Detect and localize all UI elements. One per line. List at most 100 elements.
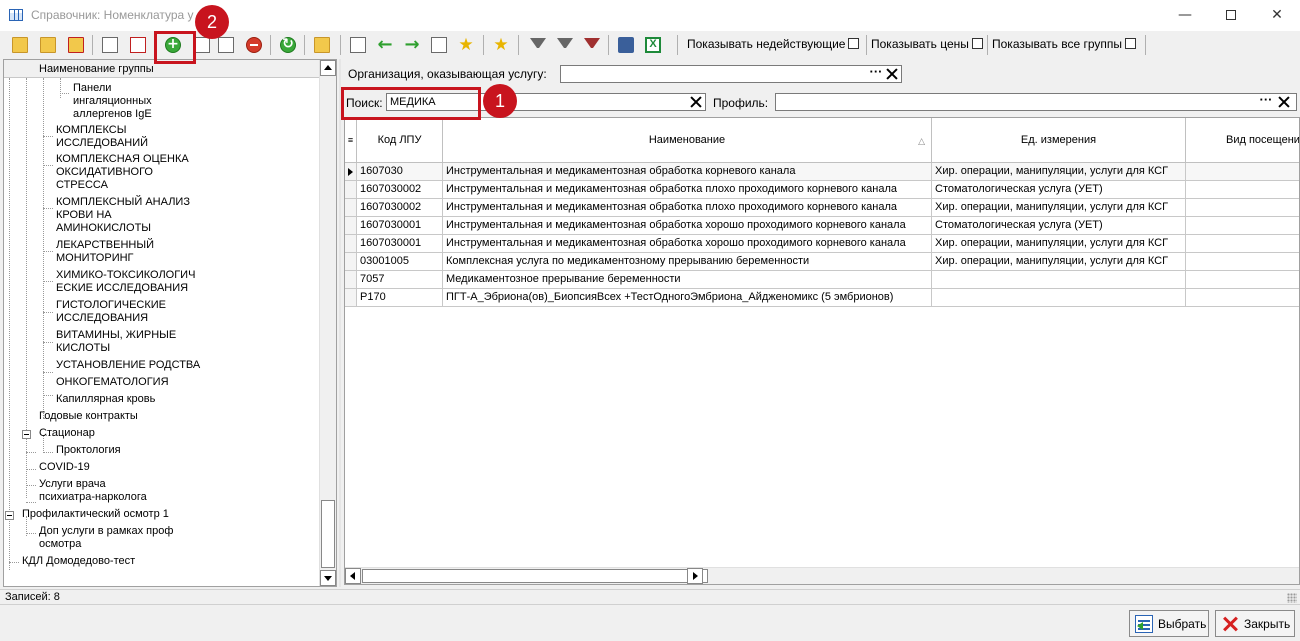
profile-clear-icon[interactable] [1277, 95, 1291, 109]
tree-node[interactable]: Профилактический осмотр 1 [22, 508, 169, 521]
scroll-right-icon[interactable] [687, 568, 703, 584]
cell-visit[interactable] [1186, 181, 1299, 199]
tree-node[interactable]: Услуги врача психиатра-нарколога [39, 478, 147, 504]
close-window-button[interactable]: ✕ [1254, 0, 1300, 31]
table-row[interactable]: P170 ПГТ-А_Эбриона(ов)_БиопсияВсех +ТестО… [345, 289, 1299, 307]
profile-browse-button[interactable]: ··· [1258, 93, 1274, 110]
print-button[interactable] [615, 34, 637, 56]
tree-node[interactable]: Панели ингаляционных аллергенов IgE [73, 82, 152, 121]
cell-name[interactable]: Инструментальная и медикаментозная обраб… [443, 181, 932, 199]
scroll-left-icon[interactable] [345, 568, 361, 584]
row-indicator[interactable] [345, 271, 357, 289]
column-header-unit[interactable]: Ед. измерения [932, 118, 1186, 163]
cell-visit[interactable] [1186, 289, 1299, 307]
cell-unit[interactable]: Хир. операции, манипуляции, услуги для К… [932, 199, 1186, 217]
cell-unit[interactable] [932, 289, 1186, 307]
cell-name[interactable]: Инструментальная и медикаментозная обраб… [443, 217, 932, 235]
delete-record-button[interactable] [243, 34, 265, 56]
delete-folder-button[interactable] [65, 34, 87, 56]
checkbox-box[interactable] [1125, 38, 1136, 49]
profile-field[interactable]: ··· [775, 93, 1297, 111]
column-header-name[interactable]: Наименование △ [443, 118, 932, 163]
table-row[interactable]: 1607030001 Инструментальная и медикаменто… [345, 217, 1299, 235]
table-row[interactable]: 1607030 Инструментальная и медикаментозна… [345, 163, 1299, 181]
tree-node[interactable]: Доп услуги в рамках проф осмотра [39, 525, 173, 551]
cell-visit[interactable] [1186, 253, 1299, 271]
filter-button[interactable] [526, 34, 548, 56]
show-prices-checkbox[interactable]: Показывать цены [871, 37, 983, 51]
org-browse-button[interactable]: ··· [868, 65, 884, 82]
cell-name[interactable]: Инструментальная и медикаментозная обраб… [443, 163, 932, 181]
cell-unit[interactable]: Хир. операции, манипуляции, услуги для К… [932, 235, 1186, 253]
row-indicator[interactable] [345, 253, 357, 271]
minimize-button[interactable]: — [1162, 0, 1208, 31]
column-header-visit[interactable]: Вид посещени [1186, 118, 1299, 163]
refresh-button[interactable]: ↻ [277, 34, 299, 56]
tree-node[interactable]: ВИТАМИНЫ, ЖИРНЫЕ КИСЛОТЫ [56, 329, 176, 355]
org-clear-icon[interactable] [885, 67, 899, 81]
tree-node[interactable]: ЛЕКАРСТВЕННЫЙ МОНИТОРИНГ [56, 239, 154, 265]
cell-visit[interactable] [1186, 163, 1299, 181]
close-button[interactable]: Закрыть [1215, 610, 1295, 637]
scroll-thumb[interactable] [321, 500, 335, 568]
tree-node[interactable]: Проктология [56, 444, 121, 457]
move-left-button[interactable]: ← [374, 34, 396, 56]
tree-node[interactable]: КОМПЛЕКСЫ ИССЛЕДОВАНИЙ [56, 124, 148, 150]
cell-visit[interactable] [1186, 217, 1299, 235]
clear-filter-button[interactable] [580, 34, 602, 56]
collapse-icon[interactable] [5, 511, 14, 520]
select-button[interactable]: Выбрать [1129, 610, 1209, 637]
cell-visit[interactable] [1186, 271, 1299, 289]
cell-name[interactable]: ПГТ-А_Эбриона(ов)_БиопсияВсех +ТестОдног… [443, 289, 932, 307]
scroll-up-icon[interactable] [320, 60, 336, 76]
tree-node[interactable]: КОМПЛЕКСНЫЙ АНАЛИЗ КРОВИ НА АМИНОКИСЛОТЫ [56, 196, 190, 235]
row-indicator[interactable] [345, 289, 357, 307]
checkbox-box[interactable] [971, 38, 983, 49]
results-grid[interactable]: ≡ Код ЛПУ Наименование △ Ед. измерения Ви… [344, 117, 1300, 585]
group-tree[interactable]: Наименование группы Панели ингаляционных… [3, 59, 337, 587]
add-favorite-button[interactable]: ★ [455, 34, 477, 56]
resize-grip-icon[interactable] [1287, 593, 1297, 603]
cell-code[interactable]: 1607030001 [357, 217, 443, 235]
grid-settings-icon[interactable]: ≡ [345, 118, 357, 163]
table-row[interactable]: 1607030001 Инструментальная и медикаменто… [345, 235, 1299, 253]
cell-unit[interactable]: Стоматологическая услуга (УЕТ) [932, 217, 1186, 235]
cell-code[interactable]: 03001005 [357, 253, 443, 271]
cell-unit[interactable]: Стоматологическая услуга (УЕТ) [932, 181, 1186, 199]
cell-name[interactable]: Инструментальная и медикаментозная обраб… [443, 199, 932, 217]
tree-vertical-scrollbar[interactable] [319, 60, 336, 586]
panel-splitter[interactable] [339, 59, 341, 587]
clear-sort-button[interactable] [127, 34, 149, 56]
org-field[interactable]: ··· [560, 65, 902, 83]
list-button[interactable] [428, 34, 450, 56]
table-row[interactable]: 03001005 Комплексная услуга по медикамент… [345, 253, 1299, 271]
cell-visit[interactable] [1186, 235, 1299, 253]
cell-code[interactable]: 1607030 [357, 163, 443, 181]
cell-name[interactable]: Комплексная услуга по медикаментозному п… [443, 253, 932, 271]
checkbox-box[interactable] [848, 38, 860, 49]
cell-code[interactable]: 1607030001 [357, 235, 443, 253]
row-indicator[interactable] [345, 235, 357, 253]
tree-node[interactable]: COVID-19 [39, 461, 90, 474]
show-all-groups-checkbox[interactable]: Показывать все группы [992, 37, 1136, 51]
cell-name[interactable]: Инструментальная и медикаментозная обраб… [443, 235, 932, 253]
tree-node[interactable]: ХИМИКО-ТОКСИКОЛОГИЧ ЕСКИЕ ИССЛЕДОВАНИЯ [56, 269, 195, 295]
cell-code[interactable]: P170 [357, 289, 443, 307]
filter-folder-button[interactable] [311, 34, 333, 56]
scroll-down-icon[interactable] [320, 570, 336, 586]
tree-node[interactable]: КОМПЛЕКСНАЯ ОЦЕНКА ОКСИДАТИВНОГО СТРЕССА [56, 153, 189, 192]
grid-horizontal-scrollbar[interactable] [345, 567, 1299, 584]
tree-node[interactable]: КДЛ Домодедово-тест [22, 555, 135, 568]
row-indicator[interactable] [345, 181, 357, 199]
favorites-button[interactable]: ★ [490, 34, 512, 56]
show-inactive-checkbox[interactable]: Показывать недействующие [687, 37, 860, 51]
tree-node[interactable]: УСТАНОВЛЕНИЕ РОДСТВА [56, 359, 200, 372]
cell-code[interactable]: 1607030002 [357, 181, 443, 199]
cell-unit[interactable] [932, 271, 1186, 289]
cell-name[interactable]: Медикаментозное прерывание беременности [443, 271, 932, 289]
add-folder-button[interactable] [9, 34, 31, 56]
table-row[interactable]: 7057 Медикаментозное прерывание беременно… [345, 271, 1299, 289]
cell-visit[interactable] [1186, 199, 1299, 217]
export-excel-button[interactable]: X [642, 34, 664, 56]
cell-unit[interactable]: Хир. операции, манипуляции, услуги для К… [932, 163, 1186, 181]
